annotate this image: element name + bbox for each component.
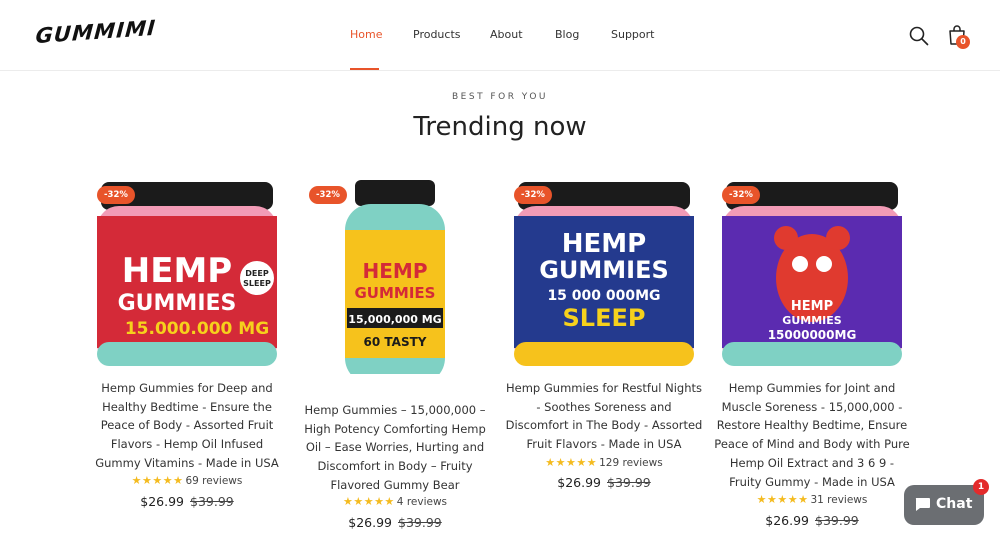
svg-text:GUMMIES: GUMMIES (539, 256, 669, 284)
review-count: 69 reviews (185, 475, 243, 487)
review-count: 31 reviews (810, 494, 868, 506)
svg-text:15 000 000MG: 15 000 000MG (547, 288, 660, 304)
active-nav-indicator (350, 68, 379, 70)
section-eyebrow: BEST FOR YOU (452, 92, 548, 102)
discount-badge: -32% (514, 186, 552, 204)
compare-price: $39.99 (607, 475, 651, 490)
product-title[interactable]: Hemp Gummies – 15,000,000 – High Potency… (295, 401, 495, 495)
svg-text:HEMP: HEMP (363, 259, 428, 283)
product-card[interactable]: HEMP GUMMIES 15.000.000 MG DEEP SLEEP -3… (87, 166, 287, 526)
section-title: Trending now (413, 112, 587, 142)
discount-badge: -32% (309, 186, 347, 204)
svg-text:SLEEP: SLEEP (563, 304, 646, 332)
svg-text:GUMMIES: GUMMIES (782, 314, 841, 327)
product-price: $26.99 $39.99 (504, 475, 704, 490)
chat-label: Chat (936, 496, 973, 512)
chat-notification-badge: 1 (973, 479, 989, 495)
product-reviews: ★★★★★ 4 reviews (295, 495, 495, 509)
product-title[interactable]: Hemp Gummies for Joint and Muscle Sorene… (712, 379, 912, 491)
product-price: $26.99 $39.99 (87, 494, 287, 509)
sale-price: $26.99 (140, 494, 184, 509)
review-count: 129 reviews (599, 457, 663, 469)
search-icon[interactable] (909, 26, 929, 46)
chat-bubble-icon (915, 498, 930, 511)
svg-text:HEMP: HEMP (122, 251, 232, 291)
compare-price: $39.99 (398, 515, 442, 530)
nav-item-blog[interactable]: Blog (555, 28, 579, 41)
svg-text:15,000,000 MG: 15,000,000 MG (348, 313, 441, 326)
product-title[interactable]: Hemp Gummies for Deep and Healthy Bedtim… (87, 379, 287, 473)
compare-price: $39.99 (190, 494, 234, 509)
svg-text:GUMMIES: GUMMIES (355, 284, 436, 302)
product-image[interactable]: HEMP GUMMIES 15,000,000 MG 60 TASTY (295, 174, 495, 374)
product-card[interactable]: HEMP GUMMIES 15,000,000 MG 60 TASTY -32%… (295, 166, 495, 536)
product-price: $26.99 $39.99 (295, 515, 495, 530)
svg-text:HEMP: HEMP (791, 299, 833, 314)
product-card[interactable]: HEMP GUMMIES 15 000 000MG SLEEP -32% Hem… (504, 166, 704, 496)
svg-text:GUMMIES: GUMMIES (118, 291, 237, 316)
sale-price: $26.99 (557, 475, 601, 490)
star-rating: ★★★★★ (756, 493, 809, 506)
nav-item-about[interactable]: About (490, 28, 523, 41)
product-reviews: ★★★★★ 31 reviews (712, 493, 912, 507)
product-reviews: ★★★★★ 129 reviews (504, 456, 704, 470)
product-image[interactable]: HEMP GUMMIES 15000000MG (712, 174, 912, 374)
product-image[interactable]: HEMP GUMMIES 15.000.000 MG DEEP SLEEP (87, 174, 287, 374)
discount-badge: -32% (722, 186, 760, 204)
review-count: 4 reviews (396, 496, 448, 508)
product-price: $26.99 $39.99 (712, 513, 912, 528)
star-rating: ★★★★★ (342, 495, 395, 508)
product-image[interactable]: HEMP GUMMIES 15 000 000MG SLEEP (504, 174, 704, 374)
sale-price: $26.99 (765, 513, 809, 528)
nav-item-home[interactable]: Home (350, 28, 382, 41)
svg-text:SLEEP: SLEEP (243, 279, 271, 288)
main-nav: Home Products About Blog Support (0, 0, 1000, 71)
svg-text:HEMP: HEMP (562, 229, 646, 259)
nav-item-products[interactable]: Products (413, 28, 461, 41)
product-card[interactable]: HEMP GUMMIES 15000000MG -32% Hemp Gummie… (712, 166, 912, 530)
nav-item-support[interactable]: Support (611, 28, 654, 41)
svg-text:15.000.000 MG: 15.000.000 MG (125, 319, 269, 339)
product-title[interactable]: Hemp Gummies for Restful Nights - Soothe… (504, 379, 704, 454)
product-reviews: ★★★★★ 69 reviews (87, 474, 287, 488)
svg-text:DEEP: DEEP (245, 269, 269, 278)
cart-count-badge: 0 (956, 35, 970, 49)
svg-text:60 TASTY: 60 TASTY (364, 335, 427, 349)
chat-button[interactable]: Chat (904, 485, 984, 525)
star-rating: ★★★★★ (131, 474, 184, 487)
sale-price: $26.99 (348, 515, 392, 530)
svg-text:15000000MG: 15000000MG (768, 328, 857, 342)
compare-price: $39.99 (815, 513, 859, 528)
site-header: GUMMIMI Home Products About Blog Support… (0, 0, 1000, 71)
star-rating: ★★★★★ (545, 456, 598, 469)
discount-badge: -32% (97, 186, 135, 204)
